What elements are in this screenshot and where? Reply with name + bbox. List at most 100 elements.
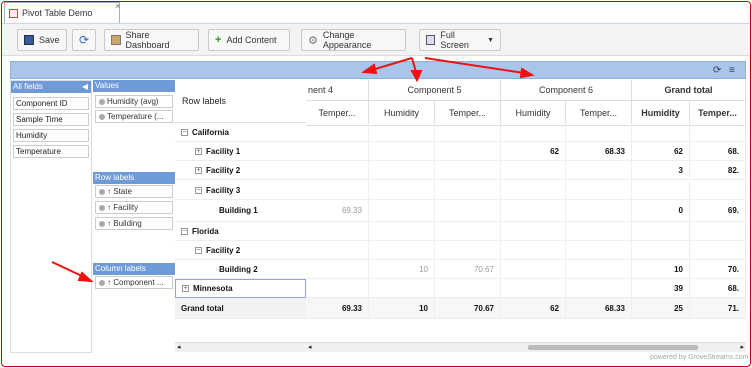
value-temperature[interactable]: Temperature (... bbox=[95, 110, 173, 123]
table-cell[interactable] bbox=[306, 260, 369, 279]
table-cell[interactable] bbox=[435, 200, 501, 222]
left-scrollbar[interactable]: ◂ bbox=[175, 342, 306, 352]
value-humidity-avg[interactable]: Humidity (avg) bbox=[95, 95, 173, 108]
table-cell[interactable] bbox=[501, 123, 566, 142]
table-cell[interactable]: 3 bbox=[632, 161, 690, 180]
collapse-left-icon[interactable]: ◀ bbox=[82, 81, 88, 93]
table-cell[interactable] bbox=[501, 222, 566, 241]
table-cell[interactable]: 70.67 bbox=[435, 298, 501, 319]
table-cell[interactable]: 70. bbox=[690, 260, 746, 279]
table-cell[interactable] bbox=[435, 241, 501, 260]
table-cell[interactable] bbox=[306, 181, 369, 200]
table-cell[interactable] bbox=[369, 222, 435, 241]
table-cell[interactable] bbox=[566, 200, 632, 222]
row-label[interactable]: Building 2 bbox=[175, 260, 306, 279]
row-label[interactable]: + Minnesota bbox=[175, 279, 306, 298]
table-cell[interactable] bbox=[501, 200, 566, 222]
field-component-id[interactable]: Component ID bbox=[13, 97, 89, 110]
table-cell[interactable] bbox=[690, 241, 746, 260]
table-cell[interactable] bbox=[369, 142, 435, 161]
grand-total-row-label[interactable]: Grand total bbox=[175, 298, 306, 319]
table-cell[interactable]: 0 bbox=[632, 200, 690, 222]
table-cell[interactable]: 62 bbox=[501, 142, 566, 161]
table-cell[interactable] bbox=[566, 123, 632, 142]
row-label-state[interactable]: ↑ State bbox=[95, 185, 173, 198]
row-label[interactable]: + Facility 2 bbox=[175, 161, 306, 180]
full-screen-button[interactable]: Full Screen ▼ bbox=[419, 29, 501, 51]
column-label-component[interactable]: ↑ Component ... bbox=[95, 276, 173, 289]
table-cell[interactable]: 62 bbox=[501, 298, 566, 319]
expand-icon[interactable]: + bbox=[195, 147, 202, 155]
share-dashboard-button[interactable]: Share Dashboard bbox=[104, 29, 199, 51]
menu-icon[interactable]: ≡ bbox=[729, 65, 735, 76]
table-cell[interactable] bbox=[306, 123, 369, 142]
horizontal-scrollbar[interactable]: ◂ ▸ bbox=[306, 342, 746, 352]
row-label[interactable]: − Facility 3 bbox=[175, 181, 306, 200]
row-label[interactable]: + Facility 1 bbox=[175, 142, 306, 161]
table-cell[interactable]: 69.33 bbox=[306, 200, 369, 222]
table-cell[interactable]: 82. bbox=[690, 161, 746, 180]
table-cell[interactable]: 69.33 bbox=[306, 298, 369, 319]
table-cell[interactable] bbox=[566, 161, 632, 180]
scrollbar-thumb[interactable] bbox=[528, 345, 698, 350]
table-cell[interactable] bbox=[369, 241, 435, 260]
table-cell[interactable]: 62 bbox=[632, 142, 690, 161]
table-cell[interactable] bbox=[501, 181, 566, 200]
row-label[interactable]: − California bbox=[175, 123, 306, 142]
table-cell[interactable] bbox=[369, 200, 435, 222]
refresh-button[interactable]: ⟳ bbox=[72, 29, 96, 51]
column-header-component-6[interactable]: Component 6 bbox=[501, 80, 632, 101]
table-cell[interactable] bbox=[501, 260, 566, 279]
add-content-button[interactable]: + Add Content bbox=[208, 29, 290, 51]
table-cell[interactable] bbox=[435, 279, 501, 298]
table-cell[interactable] bbox=[369, 279, 435, 298]
table-cell[interactable]: 71. bbox=[690, 298, 746, 319]
table-cell[interactable] bbox=[632, 181, 690, 200]
expand-icon[interactable]: + bbox=[182, 285, 189, 292]
table-cell[interactable] bbox=[369, 181, 435, 200]
table-cell[interactable] bbox=[566, 279, 632, 298]
row-label[interactable]: − Facility 2 bbox=[175, 241, 306, 260]
table-cell[interactable]: 10 bbox=[369, 260, 435, 279]
field-humidity[interactable]: Humidity bbox=[13, 129, 89, 142]
collapse-icon[interactable]: − bbox=[181, 227, 188, 235]
table-cell[interactable]: 68. bbox=[690, 142, 746, 161]
table-cell[interactable] bbox=[435, 222, 501, 241]
table-cell[interactable] bbox=[566, 181, 632, 200]
table-cell[interactable]: 68. bbox=[690, 279, 746, 298]
table-cell[interactable]: 68.33 bbox=[566, 142, 632, 161]
column-header-component-5[interactable]: Component 5 bbox=[369, 80, 501, 101]
table-cell[interactable]: 69. bbox=[690, 200, 746, 222]
field-temperature[interactable]: Temperature bbox=[13, 145, 89, 158]
table-cell[interactable] bbox=[501, 279, 566, 298]
table-cell[interactable] bbox=[690, 222, 746, 241]
table-cell[interactable] bbox=[632, 241, 690, 260]
change-appearance-button[interactable]: ⚙ Change Appearance bbox=[301, 29, 406, 51]
table-cell[interactable]: 10 bbox=[369, 298, 435, 319]
table-cell[interactable] bbox=[501, 161, 566, 180]
save-button[interactable]: Save bbox=[17, 29, 67, 51]
row-label-facility[interactable]: ↑ Facility bbox=[95, 201, 173, 214]
table-cell[interactable] bbox=[566, 241, 632, 260]
table-cell[interactable] bbox=[690, 123, 746, 142]
table-cell[interactable] bbox=[632, 222, 690, 241]
table-cell[interactable] bbox=[632, 123, 690, 142]
row-label[interactable]: − Florida bbox=[175, 222, 306, 241]
table-cell[interactable]: 70.67 bbox=[435, 260, 501, 279]
column-header-component-4[interactable]: nent 4 bbox=[306, 80, 369, 101]
close-icon[interactable]: × bbox=[115, 2, 120, 11]
table-cell[interactable] bbox=[306, 222, 369, 241]
row-label[interactable]: Building 1 bbox=[175, 200, 306, 222]
table-cell[interactable] bbox=[566, 260, 632, 279]
table-cell[interactable] bbox=[306, 241, 369, 260]
table-cell[interactable] bbox=[369, 161, 435, 180]
expand-icon[interactable]: + bbox=[195, 166, 202, 174]
table-cell[interactable] bbox=[369, 123, 435, 142]
table-cell[interactable]: 25 bbox=[632, 298, 690, 319]
table-cell[interactable]: 10 bbox=[632, 260, 690, 279]
table-cell[interactable] bbox=[435, 123, 501, 142]
field-sample-time[interactable]: Sample Time bbox=[13, 113, 89, 126]
collapse-icon[interactable]: − bbox=[195, 186, 202, 194]
table-cell[interactable] bbox=[306, 142, 369, 161]
collapse-icon[interactable]: − bbox=[195, 246, 202, 254]
